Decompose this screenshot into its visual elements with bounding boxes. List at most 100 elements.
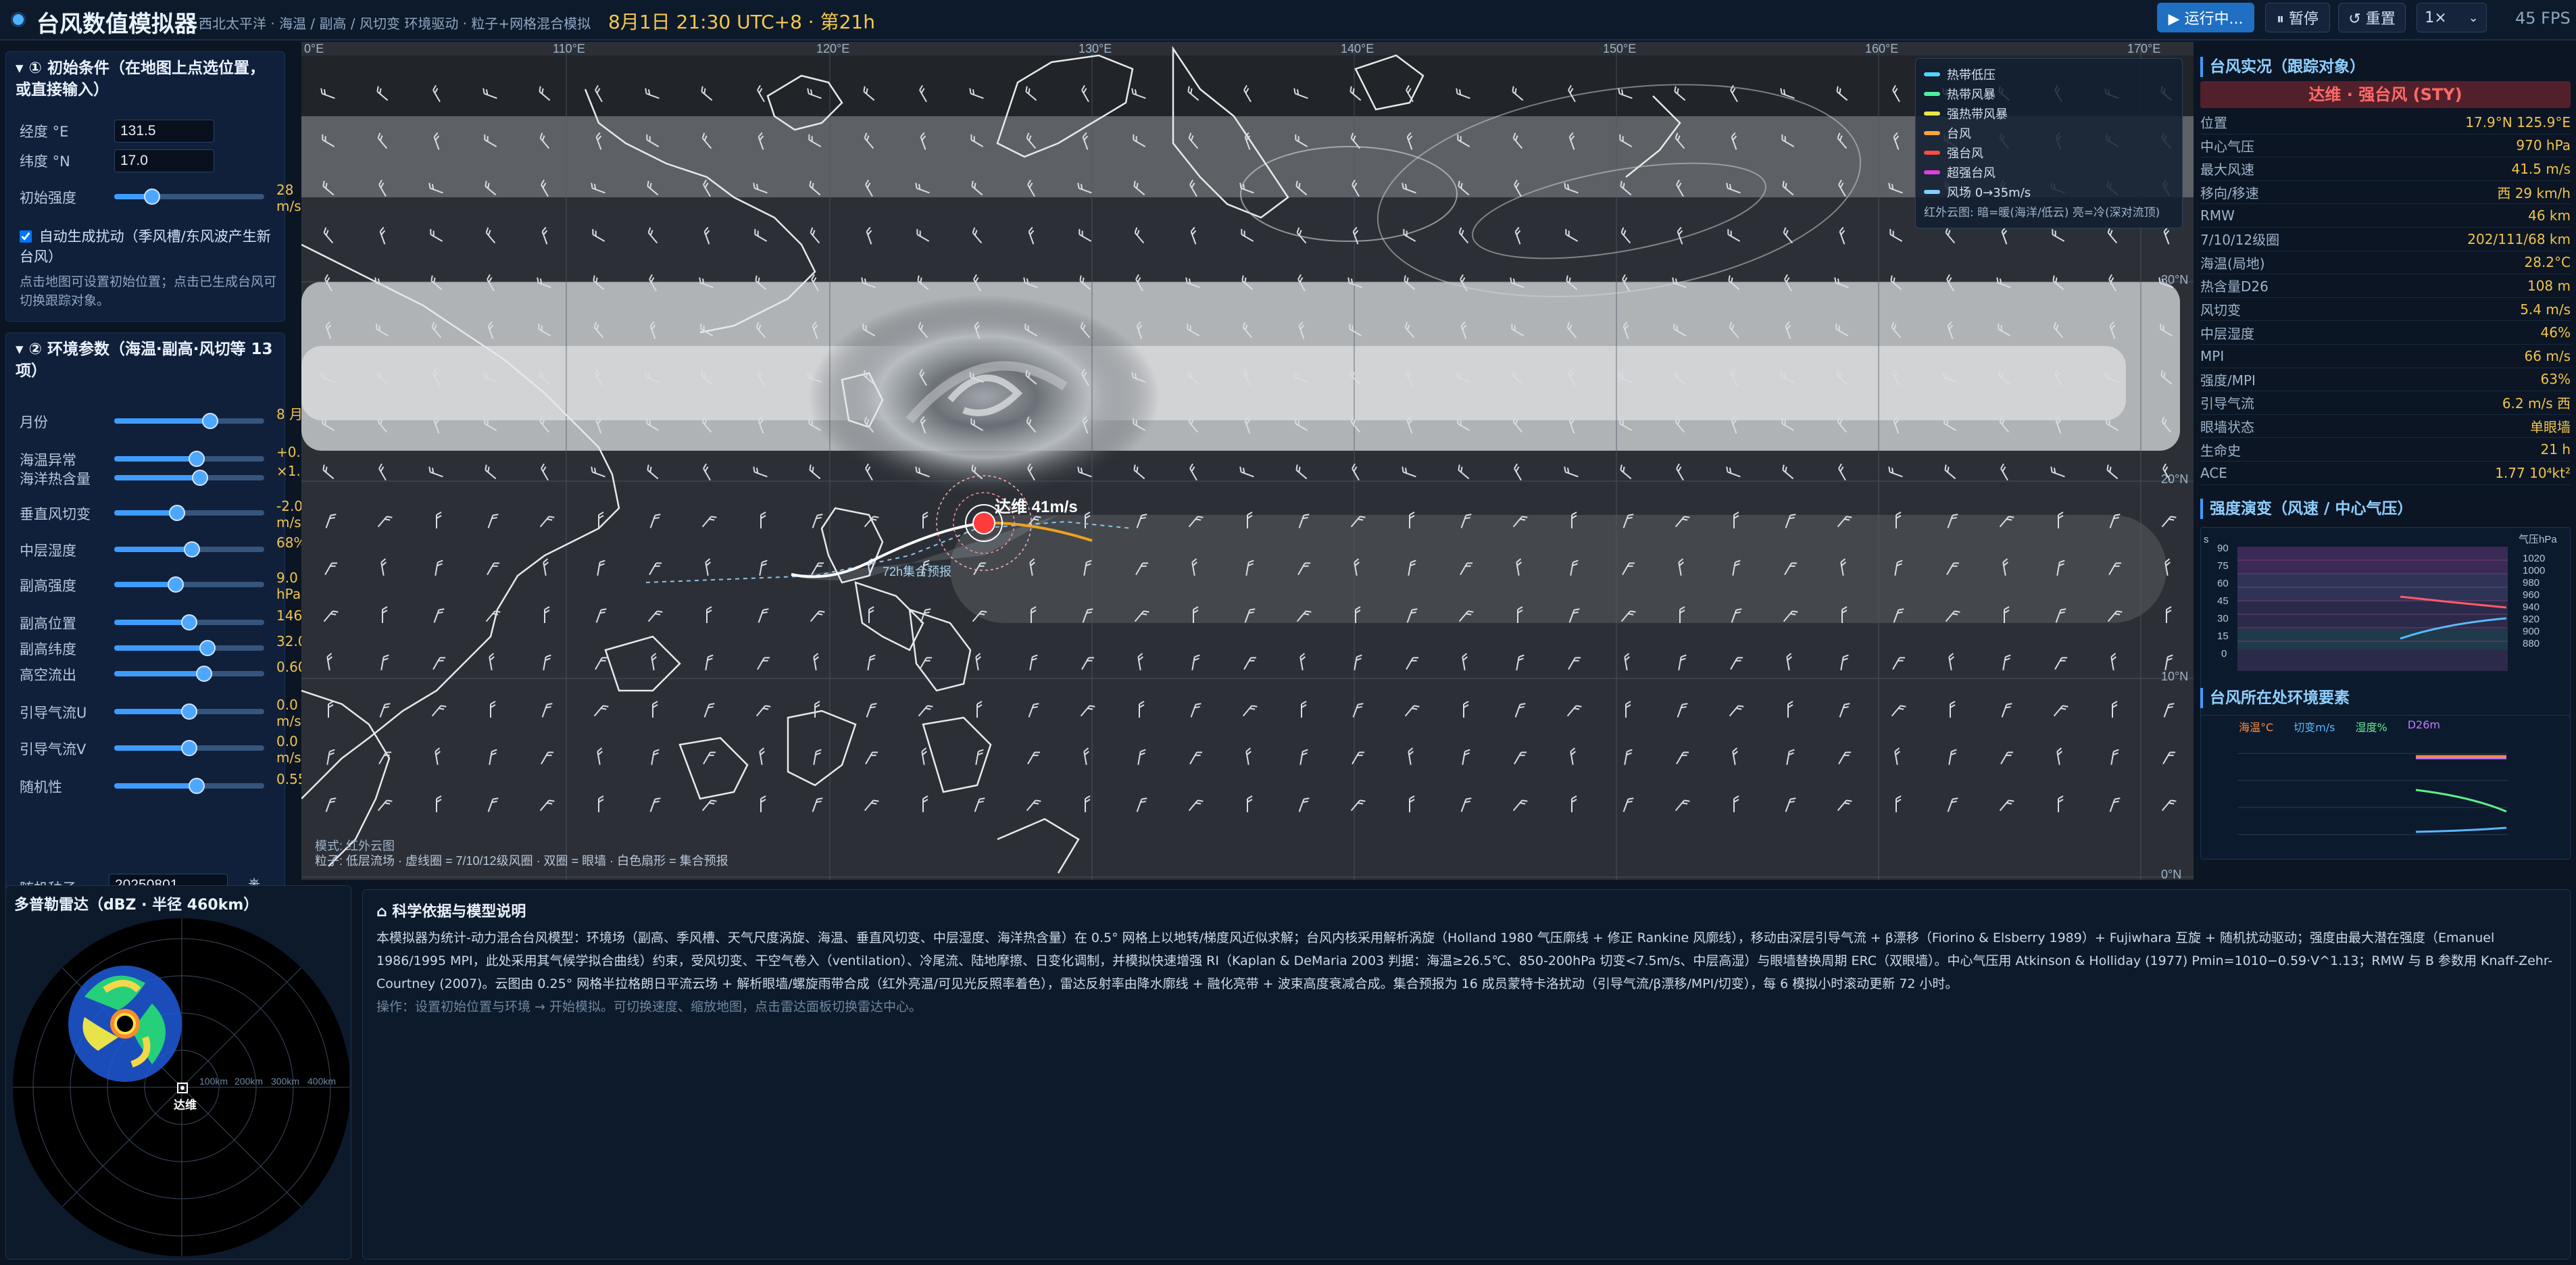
env-slider-value: ×1.1 <box>276 463 309 479</box>
intensity-right-tick: 1020 <box>2523 553 2545 564</box>
pause-button-label: ⏸ 暂停 <box>2277 11 2319 28</box>
env-legend-item: 切变m/s <box>2294 721 2335 734</box>
initial-conditions-panel: ▾ ① 初始条件（在地图上点选位置，或直接输入） 经度 °E 纬度 °N 初始强… <box>5 51 301 322</box>
env-slider-row: 副高纬度 32.0 <box>20 633 307 660</box>
status-key: 中心气压 <box>2200 138 2254 155</box>
intensity-left-tick: 30 <box>2217 613 2229 624</box>
initial-conditions-title[interactable]: ▾ ① 初始条件（在地图上点选位置，或直接输入） <box>6 52 284 106</box>
environment-panel-title[interactable]: ▾ ② 环境参数（海温·副高·风切等 13 项） <box>6 333 284 387</box>
status-value: 17.9°N 125.9°E <box>2465 114 2571 130</box>
env-slider-row: 海洋热含量 ×1.1 <box>20 463 309 490</box>
env-slider[interactable] <box>114 576 264 593</box>
legend-item: 热带低压 <box>1924 64 2174 84</box>
env-slider[interactable] <box>114 778 264 794</box>
env-slider-value: 9.0 hPa <box>276 570 301 602</box>
intensity-right-tick: 900 <box>2523 626 2540 637</box>
env-slider-label: 高空流出 <box>20 667 76 683</box>
auto-disturbance-checkbox[interactable] <box>20 230 32 243</box>
intensity-slider[interactable] <box>114 189 264 205</box>
run-button[interactable]: ▶ 运行中... <box>2157 3 2254 32</box>
map-svg[interactable]: 0°E 110°E 120°E 130°E 140°E 150°E 160°E … <box>301 42 2194 880</box>
env-slider-row: 副高强度 9.0 hPa <box>20 570 301 602</box>
env-slider-label: 副高强度 <box>20 578 76 594</box>
intensity-right-tick: 920 <box>2523 614 2540 625</box>
env-slider[interactable] <box>114 740 264 756</box>
environment-panel: ▾ ② 环境参数（海温·副高·风切等 13 项） 月份 8 月海温异常 +0.3 海洋… <box>5 332 309 914</box>
lat-tick-2: 10°N <box>2161 670 2188 683</box>
legend-label: 台风 <box>1947 126 1971 141</box>
status-key: MPI <box>2200 347 2225 364</box>
init-hint: 点击地图可设置初始位置；点击已生成台风可切换跟踪对象。 <box>20 274 277 308</box>
env-slider-row: 高空流出 0.60 <box>20 659 307 686</box>
status-value: 970 hPa <box>2516 137 2571 154</box>
storm-marker[interactable] <box>972 512 995 535</box>
env-slider[interactable] <box>114 614 264 630</box>
legend-item: 台风 <box>1924 123 2174 143</box>
env-slider-value: 0.0 m/s <box>276 733 301 766</box>
env-slider[interactable] <box>114 505 264 521</box>
legend-item: 热带风暴 <box>1924 84 2174 103</box>
status-value: 46% <box>2540 324 2571 341</box>
storm-label: 达维 41m/s <box>995 497 1078 516</box>
lon-tick-4: 140°E <box>1341 42 1374 55</box>
status-badge: 达维 · 强台风 (STY) <box>2200 81 2571 108</box>
env-slider[interactable] <box>114 413 264 429</box>
status-row: 最大风速 41.5 m/s <box>2200 157 2571 181</box>
env-slider-label: 海洋热含量 <box>20 471 91 487</box>
env-legend-item: 海温°C <box>2239 721 2274 734</box>
pause-button[interactable]: ⏸ 暂停 <box>2265 3 2330 32</box>
status-key: 海温(局地) <box>2200 255 2265 272</box>
status-key: ACE <box>2200 464 2227 481</box>
env-slider-label: 月份 <box>20 414 48 430</box>
env-slider[interactable] <box>114 640 264 656</box>
reset-button-label: ↺ 重置 <box>2348 11 2396 28</box>
env-slider-label: 随机性 <box>20 779 62 795</box>
status-row: ACE 1.77 10⁴kt² <box>2200 462 2571 485</box>
status-row: 引导气流 6.2 m/s 西 <box>2200 391 2571 415</box>
run-button-label: ▶ 运行中... <box>2168 11 2244 28</box>
status-value: 21 h <box>2540 441 2571 458</box>
status-key: 引导气流 <box>2200 395 2254 412</box>
env-slider-value: 146° <box>276 607 309 624</box>
status-table: 位置 17.9°N 125.9°E 中心气压 970 hPa 最大风速 41.5 m/s 移… <box>2200 111 2571 485</box>
env-slider[interactable] <box>114 470 264 486</box>
env-slider-row: 副高位置 146° <box>20 607 309 635</box>
legend-swatch <box>1924 91 1940 96</box>
legend-swatch <box>1924 150 1940 155</box>
intensity-value: 28 m/s <box>276 182 301 214</box>
status-row: MPI 66 m/s <box>2200 345 2571 368</box>
status-row: 眼墙状态 单眼墙 <box>2200 415 2571 439</box>
status-row: 位置 17.9°N 125.9°E <box>2200 111 2571 134</box>
status-row: 中心气压 970 hPa <box>2200 134 2571 158</box>
status-value: 6.2 m/s 西 <box>2502 395 2571 412</box>
radar-scope[interactable]: 100km 200km 300km 400km 达维 <box>7 916 349 1258</box>
env-slider-value: 8 月 <box>276 406 303 422</box>
env-slider-value: 0.60 <box>276 659 307 675</box>
auto-disturbance-label[interactable]: 自动生成扰动（季风槽/东风波产生新台风） <box>20 228 271 265</box>
lon-label: 经度 °E <box>20 124 69 140</box>
env-slider-value: 68% <box>276 535 307 551</box>
status-row: 7/10/12级圈 202/111/68 km <box>2200 228 2571 251</box>
legend-swatch <box>1924 111 1940 116</box>
map-canvas[interactable]: 0°E 110°E 120°E 130°E 140°E 150°E 160°E … <box>301 42 2194 880</box>
env-slider-row: 引导气流V 0.0 m/s <box>20 733 301 766</box>
speed-select[interactable]: 1× ⌄ <box>2417 3 2487 32</box>
radar-panel[interactable]: 多普勒雷达（dBZ · 半径 460km） 100km 200km 300km … <box>5 885 351 1260</box>
app-title: 台风数值模拟器 <box>36 11 197 38</box>
env-slider[interactable] <box>114 451 264 467</box>
reset-button[interactable]: ↺ 重置 <box>2338 3 2406 32</box>
env-slider[interactable] <box>114 666 264 682</box>
env-slider[interactable] <box>114 541 264 557</box>
status-value: 5.4 m/s <box>2520 301 2571 318</box>
status-row: 热含量D26 108 m <box>2200 274 2571 298</box>
lat-input[interactable] <box>114 149 214 172</box>
intensity-slider-row: 初始强度 28 m/s <box>20 182 301 214</box>
legend-item: 风场 0→35m/s <box>1924 182 2174 201</box>
intensity-left-tick: 15 <box>2217 630 2229 642</box>
env-slider[interactable] <box>114 703 264 720</box>
legend-label: 超强台风 <box>1947 166 1996 180</box>
status-title: 台风实况（跟踪对象） <box>2200 57 2571 77</box>
lon-input[interactable] <box>114 120 214 143</box>
legend-swatch <box>1924 130 1940 135</box>
status-value: 28.2°C <box>2524 254 2571 271</box>
